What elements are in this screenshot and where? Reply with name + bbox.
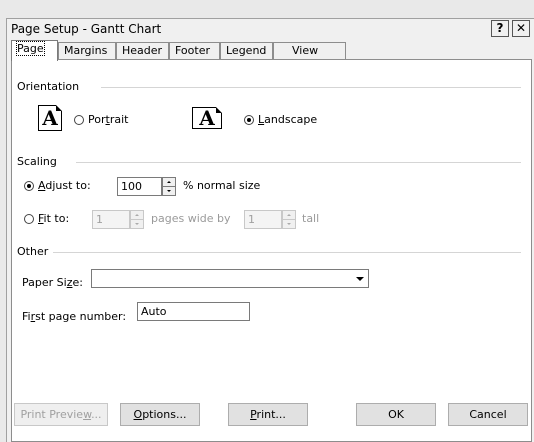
adjust-percent-spinner[interactable] [162, 177, 176, 196]
spin-up-icon[interactable] [163, 178, 175, 187]
pages-tall-label: tall [302, 212, 320, 225]
spin-down-icon[interactable] [283, 220, 295, 228]
help-button[interactable]: ? [491, 20, 509, 37]
page-setup-dialog: Page Setup - Gantt Chart ? ✕ Page Margin… [6, 18, 534, 442]
close-icon: ✕ [515, 21, 527, 35]
adjust-to-label[interactable]: Adjust to: [38, 179, 91, 192]
page-tab-panel: Orientation A Portrait A Landscape Scali… [11, 59, 532, 442]
dialog-title: Page Setup - Gantt Chart [11, 22, 162, 36]
other-divider [53, 252, 521, 253]
tab-page[interactable]: Page [11, 40, 58, 61]
tab-legend[interactable]: Legend [220, 42, 273, 60]
first-page-number-label: First page number: [22, 310, 127, 323]
landscape-icon: A [192, 107, 222, 129]
tab-footer[interactable]: Footer [169, 42, 220, 60]
pages-tall-input[interactable]: 1 [244, 210, 282, 229]
options-button[interactable]: Options... [120, 403, 200, 426]
pages-tall-spinner[interactable] [282, 210, 296, 229]
pages-wide-input[interactable]: 1 [92, 210, 130, 229]
adjust-percent-input[interactable]: 100 [117, 177, 162, 196]
portrait-label[interactable]: Portrait [88, 113, 128, 126]
scaling-divider [76, 162, 521, 163]
portrait-radio[interactable] [74, 115, 84, 125]
pages-wide-label: pages wide by [151, 212, 231, 225]
paper-size-select[interactable] [91, 269, 369, 288]
cancel-button[interactable]: Cancel [448, 403, 528, 426]
spin-down-icon[interactable] [131, 220, 143, 228]
tab-header[interactable]: Header [116, 42, 169, 60]
paper-size-label: Paper Size: [22, 276, 83, 289]
adjust-to-radio[interactable] [24, 181, 34, 191]
title-bar: Page Setup - Gantt Chart ? ✕ [7, 19, 534, 39]
first-page-number-input[interactable]: Auto [137, 302, 250, 321]
close-button[interactable]: ✕ [512, 20, 530, 37]
fit-to-radio[interactable] [24, 214, 34, 224]
spin-up-icon[interactable] [131, 211, 143, 220]
portrait-icon: A [38, 105, 62, 131]
spin-down-icon[interactable] [163, 187, 175, 195]
landscape-radio[interactable] [244, 115, 254, 125]
orientation-divider [101, 87, 521, 88]
fit-to-label[interactable]: Fit to: [38, 212, 69, 225]
ok-button[interactable]: OK [356, 403, 436, 426]
normal-size-label: % normal size [183, 179, 261, 192]
orientation-header: Orientation [17, 80, 80, 93]
tab-margins[interactable]: Margins [58, 42, 116, 60]
print-preview-button[interactable]: Print Preview... [14, 403, 108, 426]
pages-wide-spinner[interactable] [130, 210, 144, 229]
chevron-down-icon[interactable] [352, 270, 368, 287]
help-icon: ? [496, 21, 504, 35]
spin-up-icon[interactable] [283, 211, 295, 220]
tab-view[interactable]: View [273, 42, 346, 60]
print-button[interactable]: Print... [228, 403, 308, 426]
landscape-label[interactable]: Landscape [258, 113, 317, 126]
other-header: Other [17, 245, 49, 258]
scaling-header: Scaling [17, 155, 57, 168]
